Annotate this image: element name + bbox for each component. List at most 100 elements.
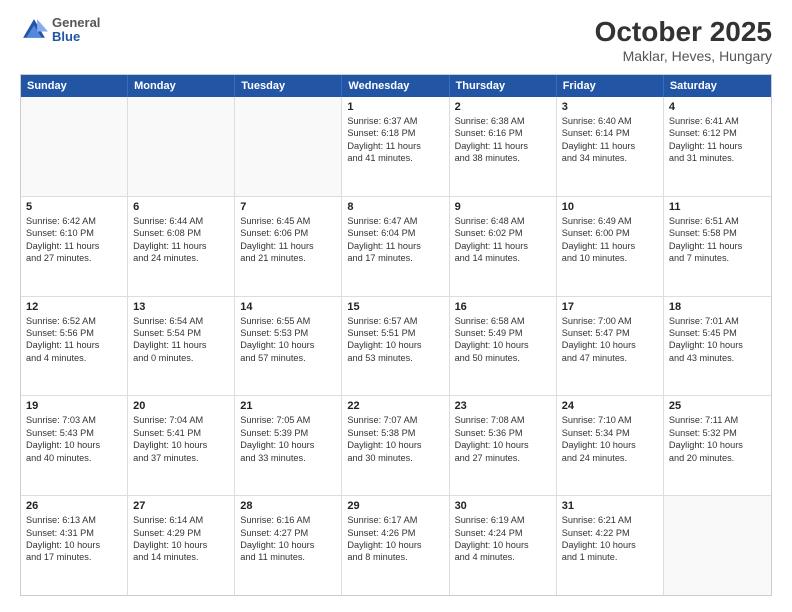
cell-line: Sunset: 5:41 PM xyxy=(133,427,229,439)
cell-line: and 20 minutes. xyxy=(669,452,766,464)
cell-line: Daylight: 10 hours xyxy=(562,439,658,451)
day-number: 31 xyxy=(562,500,658,512)
cell-line: Sunrise: 6:40 AM xyxy=(562,115,658,127)
cell-line: Sunset: 6:04 PM xyxy=(347,227,443,239)
cell-line: Sunrise: 6:37 AM xyxy=(347,115,443,127)
cell-line: Sunrise: 6:52 AM xyxy=(26,315,122,327)
cell-line: Sunset: 6:14 PM xyxy=(562,127,658,139)
cell-line: and 24 minutes. xyxy=(133,252,229,264)
day-cell-15: 15Sunrise: 6:57 AMSunset: 5:51 PMDayligh… xyxy=(342,297,449,396)
cell-line: Daylight: 10 hours xyxy=(669,339,766,351)
cell-line: Sunrise: 7:01 AM xyxy=(669,315,766,327)
cell-line: Daylight: 10 hours xyxy=(562,539,658,551)
day-number: 16 xyxy=(455,301,551,313)
day-number: 5 xyxy=(26,201,122,213)
day-cell-5: 5Sunrise: 6:42 AMSunset: 6:10 PMDaylight… xyxy=(21,197,128,296)
cell-line: and 50 minutes. xyxy=(455,352,551,364)
cell-line: and 38 minutes. xyxy=(455,152,551,164)
week-row-2: 12Sunrise: 6:52 AMSunset: 5:56 PMDayligh… xyxy=(21,297,771,397)
calendar-subtitle: Maklar, Heves, Hungary xyxy=(595,48,772,64)
logo-text: General Blue xyxy=(52,16,100,45)
day-number: 12 xyxy=(26,301,122,313)
cell-line: Sunrise: 6:55 AM xyxy=(240,315,336,327)
cell-line: Sunrise: 6:57 AM xyxy=(347,315,443,327)
cell-line: Sunrise: 6:14 AM xyxy=(133,514,229,526)
header-day-tuesday: Tuesday xyxy=(235,75,342,97)
day-number: 29 xyxy=(347,500,443,512)
cell-line: and 27 minutes. xyxy=(455,452,551,464)
day-cell-10: 10Sunrise: 6:49 AMSunset: 6:00 PMDayligh… xyxy=(557,197,664,296)
page: General Blue October 2025 Maklar, Heves,… xyxy=(0,0,792,612)
cell-line: Daylight: 11 hours xyxy=(347,140,443,152)
calendar: SundayMondayTuesdayWednesdayThursdayFrid… xyxy=(20,74,772,596)
cell-line: Daylight: 10 hours xyxy=(669,439,766,451)
cell-line: Sunset: 4:24 PM xyxy=(455,527,551,539)
cell-line: and 47 minutes. xyxy=(562,352,658,364)
cell-line: Daylight: 11 hours xyxy=(347,240,443,252)
day-number: 26 xyxy=(26,500,122,512)
cell-line: Sunset: 5:32 PM xyxy=(669,427,766,439)
cell-line: Sunset: 4:31 PM xyxy=(26,527,122,539)
cell-line: Sunrise: 6:19 AM xyxy=(455,514,551,526)
day-number: 19 xyxy=(26,400,122,412)
cell-line: Sunrise: 6:13 AM xyxy=(26,514,122,526)
day-cell-30: 30Sunrise: 6:19 AMSunset: 4:24 PMDayligh… xyxy=(450,496,557,595)
day-number: 11 xyxy=(669,201,766,213)
cell-line: and 53 minutes. xyxy=(347,352,443,364)
day-number: 30 xyxy=(455,500,551,512)
day-number: 23 xyxy=(455,400,551,412)
cell-line: Sunrise: 6:58 AM xyxy=(455,315,551,327)
cell-line: Daylight: 10 hours xyxy=(26,439,122,451)
day-cell-3: 3Sunrise: 6:40 AMSunset: 6:14 PMDaylight… xyxy=(557,97,664,196)
day-number: 3 xyxy=(562,101,658,113)
day-number: 2 xyxy=(455,101,551,113)
logo: General Blue xyxy=(20,16,100,45)
header-day-monday: Monday xyxy=(128,75,235,97)
week-row-4: 26 Sunrise: 6:13 AMSunset: 4:31 PM Dayligh… xyxy=(21,496,771,595)
day-number: 8 xyxy=(347,201,443,213)
cell-line: Sunset: 4:26 PM xyxy=(347,527,443,539)
empty-cell xyxy=(21,97,128,196)
cell-line: Daylight: 11 hours xyxy=(133,339,229,351)
day-cell-2: 2Sunrise: 6:38 AMSunset: 6:16 PMDaylight… xyxy=(450,97,557,196)
cell-line: Daylight: 11 hours xyxy=(240,240,336,252)
day-cell-16: 16Sunrise: 6:58 AMSunset: 5:49 PMDayligh… xyxy=(450,297,557,396)
cell-line: Sunset: 6:00 PM xyxy=(562,227,658,239)
cell-line: Sunrise: 7:11 AM xyxy=(669,414,766,426)
cell-line: and 4 minutes. xyxy=(455,551,551,563)
day-cell-18: 18Sunrise: 7:01 AMSunset: 5:45 PMDayligh… xyxy=(664,297,771,396)
day-number: 25 xyxy=(669,400,766,412)
day-cell-6: 6Sunrise: 6:44 AMSunset: 6:08 PMDaylight… xyxy=(128,197,235,296)
cell-line: and 14 minutes. xyxy=(133,551,229,563)
day-cell-8: 8Sunrise: 6:47 AMSunset: 6:04 PMDaylight… xyxy=(342,197,449,296)
cell-line: Daylight: 11 hours xyxy=(455,140,551,152)
cell-line: Sunset: 5:43 PM xyxy=(26,427,122,439)
cell-line: Daylight: 10 hours xyxy=(455,439,551,451)
day-number: 4 xyxy=(669,101,766,113)
cell-line: Sunrise: 7:10 AM xyxy=(562,414,658,426)
day-cell-21: 21Sunrise: 7:05 AMSunset: 5:39 PMDayligh… xyxy=(235,396,342,495)
cell-line: and 1 minute. xyxy=(562,551,658,563)
cell-line: Daylight: 10 hours xyxy=(347,339,443,351)
day-cell-27: 27Sunrise: 6:14 AMSunset: 4:29 PMDayligh… xyxy=(128,496,235,595)
cell-line: Sunrise: 6:38 AM xyxy=(455,115,551,127)
day-cell-20: 20Sunrise: 7:04 AMSunset: 5:41 PMDayligh… xyxy=(128,396,235,495)
empty-cell xyxy=(128,97,235,196)
calendar-title: October 2025 xyxy=(595,16,772,48)
cell-line: Daylight: 11 hours xyxy=(26,339,122,351)
cell-line: Daylight: 11 hours xyxy=(669,240,766,252)
cell-line: and 57 minutes. xyxy=(240,352,336,364)
day-number: 1 xyxy=(347,101,443,113)
week-row-0: 1Sunrise: 6:37 AMSunset: 6:18 PMDaylight… xyxy=(21,97,771,197)
cell-line: and 14 minutes. xyxy=(455,252,551,264)
day-number: 20 xyxy=(133,400,229,412)
cell-line: and 11 minutes. xyxy=(240,551,336,563)
cell-line: Sunset: 5:45 PM xyxy=(669,327,766,339)
cell-line: and 17 minutes. xyxy=(347,252,443,264)
cell-line: and 30 minutes. xyxy=(347,452,443,464)
day-cell-12: 12Sunrise: 6:52 AMSunset: 5:56 PMDayligh… xyxy=(21,297,128,396)
cell-line: and 10 minutes. xyxy=(562,252,658,264)
cell-line: Sunrise: 6:51 AM xyxy=(669,215,766,227)
cell-line: Sunrise: 6:45 AM xyxy=(240,215,336,227)
cell-line: and 27 minutes. xyxy=(26,252,122,264)
